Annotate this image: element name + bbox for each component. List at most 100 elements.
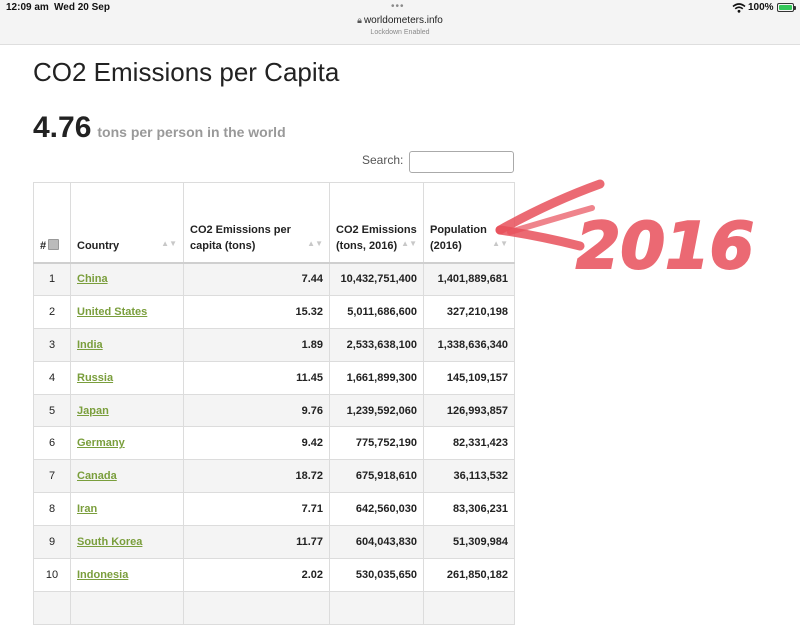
header-population[interactable]: Population (2016) ▲▼ bbox=[423, 182, 515, 264]
country-cell: Iran bbox=[70, 492, 184, 527]
emissions-cell: 675,918,610 bbox=[329, 459, 424, 494]
rank-cell: 7 bbox=[33, 459, 71, 494]
per-capita-cell: 1.89 bbox=[183, 327, 330, 362]
country-cell: Germany bbox=[70, 426, 184, 461]
emissions-table: # Country ▲▼ CO2 Emissions per capita (to… bbox=[33, 182, 515, 625]
table-row bbox=[33, 590, 515, 625]
world-stat: 4.76 tons per person in the world bbox=[33, 111, 286, 145]
url-text: worldometers.info bbox=[363, 15, 443, 26]
status-time: 12:09 am bbox=[6, 2, 49, 13]
sort-icon: ▲▼ bbox=[307, 238, 323, 248]
battery-fill bbox=[779, 5, 792, 10]
emissions-cell bbox=[329, 590, 424, 625]
per-capita-cell: 18.72 bbox=[183, 459, 330, 494]
table-row: 2 United States 15.32 5,011,686,600 327,210,… bbox=[33, 294, 515, 329]
emissions-cell: 10,432,751,400 bbox=[329, 262, 424, 296]
table-row: 7 Canada 18.72 675,918,610 36,113,532 bbox=[33, 459, 515, 494]
page-title: CO2 Emissions per Capita bbox=[33, 57, 340, 87]
rank-cell: 3 bbox=[33, 327, 71, 362]
country-link[interactable]: Canada bbox=[77, 470, 117, 482]
lockdown-label: Lockdown Enabled bbox=[370, 29, 430, 36]
world-value: 4.76 bbox=[33, 111, 92, 144]
status-date: Wed 20 Sep bbox=[54, 2, 110, 13]
country-link[interactable]: Germany bbox=[77, 437, 125, 449]
handwritten-year: 2016 bbox=[576, 210, 754, 282]
per-capita-cell: 11.45 bbox=[183, 360, 330, 395]
emissions-cell: 775,752,190 bbox=[329, 426, 424, 461]
country-cell: Japan bbox=[70, 393, 184, 428]
population-cell: 145,109,157 bbox=[423, 360, 515, 395]
sort-icon: ▲▼ bbox=[492, 238, 508, 248]
table-row: 3 India 1.89 2,533,638,100 1,338,636,340 bbox=[33, 327, 515, 362]
country-link[interactable]: United States bbox=[77, 306, 147, 318]
table-row: 10 Indonesia 2.02 530,035,650 261,850,182 bbox=[33, 558, 515, 592]
population-cell: 126,993,857 bbox=[423, 393, 515, 428]
country-cell: United States bbox=[70, 294, 184, 329]
per-capita-cell: 11.77 bbox=[183, 525, 330, 560]
emissions-cell: 642,560,030 bbox=[329, 492, 424, 527]
table-body: 1 China 7.44 10,432,751,400 1,401,889,681 2 Un… bbox=[33, 262, 515, 625]
rank-sort-icon bbox=[48, 238, 60, 250]
country-cell bbox=[70, 590, 184, 625]
table-header-row: # Country ▲▼ CO2 Emissions per capita (to… bbox=[33, 182, 515, 264]
per-capita-cell: 7.71 bbox=[183, 492, 330, 527]
per-capita-cell: 9.76 bbox=[183, 393, 330, 428]
sort-icon: ▲▼ bbox=[401, 238, 417, 248]
table-row: 4 Russia 11.45 1,661,899,300 145,109,157 bbox=[33, 360, 515, 395]
wifi-icon bbox=[732, 3, 746, 13]
country-cell: South Korea bbox=[70, 525, 184, 560]
rank-cell: 4 bbox=[33, 360, 71, 395]
emissions-cell: 5,011,686,600 bbox=[329, 294, 424, 329]
sort-icon: ▲▼ bbox=[161, 238, 177, 248]
per-capita-cell: 9.42 bbox=[183, 426, 330, 461]
header-emissions[interactable]: CO2 Emissions (tons, 2016) ▲▼ bbox=[329, 182, 424, 264]
country-link[interactable]: Russia bbox=[77, 372, 113, 384]
population-cell: 261,850,182 bbox=[423, 558, 515, 592]
country-cell: China bbox=[70, 262, 184, 296]
header-rank[interactable]: # bbox=[33, 182, 71, 264]
lock-icon: 🔒︎ bbox=[357, 15, 362, 25]
header-per-capita[interactable]: CO2 Emissions per capita (tons) ▲▼ bbox=[183, 182, 330, 264]
handwritten-annotation: 2016 bbox=[495, 179, 755, 282]
more-dots-icon[interactable]: ••• bbox=[391, 1, 405, 12]
emissions-cell: 1,239,592,060 bbox=[329, 393, 424, 428]
per-capita-cell: 7.44 bbox=[183, 262, 330, 296]
country-link[interactable]: India bbox=[77, 339, 103, 351]
table-row: 8 Iran 7.71 642,560,030 83,306,231 bbox=[33, 492, 515, 527]
population-cell: 83,306,231 bbox=[423, 492, 515, 527]
population-cell: 1,401,889,681 bbox=[423, 262, 515, 296]
per-capita-cell: 2.02 bbox=[183, 558, 330, 592]
emissions-cell: 604,043,830 bbox=[329, 525, 424, 560]
population-cell bbox=[423, 590, 515, 625]
population-cell: 327,210,198 bbox=[423, 294, 515, 329]
address-bar[interactable]: 🔒︎ worldometers.info bbox=[0, 15, 800, 26]
emissions-cell: 1,661,899,300 bbox=[329, 360, 424, 395]
country-link[interactable]: Japan bbox=[77, 405, 109, 417]
rank-cell bbox=[33, 590, 71, 625]
country-link[interactable]: South Korea bbox=[77, 536, 142, 548]
population-cell: 51,309,984 bbox=[423, 525, 515, 560]
country-link[interactable]: China bbox=[77, 273, 108, 285]
search-input[interactable] bbox=[409, 151, 514, 173]
rank-cell: 1 bbox=[33, 262, 71, 296]
country-cell: India bbox=[70, 327, 184, 362]
population-cell: 36,113,532 bbox=[423, 459, 515, 494]
search-label: Search: bbox=[362, 153, 404, 167]
country-link[interactable]: Indonesia bbox=[77, 569, 128, 581]
table-row: 6 Germany 9.42 775,752,190 82,331,423 bbox=[33, 426, 515, 461]
header-country[interactable]: Country ▲▼ bbox=[70, 182, 184, 264]
per-capita-cell: 15.32 bbox=[183, 294, 330, 329]
country-link[interactable]: Iran bbox=[77, 503, 97, 515]
rank-cell: 2 bbox=[33, 294, 71, 329]
rank-cell: 8 bbox=[33, 492, 71, 527]
table-row: 1 China 7.44 10,432,751,400 1,401,889,681 bbox=[33, 262, 515, 296]
rank-cell: 10 bbox=[33, 558, 71, 592]
rank-cell: 9 bbox=[33, 525, 71, 560]
handwritten-arrow bbox=[495, 179, 605, 251]
rank-cell: 6 bbox=[33, 426, 71, 461]
country-cell: Russia bbox=[70, 360, 184, 395]
world-label: tons per person in the world bbox=[97, 124, 286, 140]
status-bar: 12:09 am Wed 20 Sep ••• 🔒︎ worldometers.i… bbox=[0, 0, 800, 45]
table-row: 5 Japan 9.76 1,239,592,060 126,993,857 bbox=[33, 393, 515, 428]
table-row: 9 South Korea 11.77 604,043,830 51,309,984 bbox=[33, 525, 515, 560]
